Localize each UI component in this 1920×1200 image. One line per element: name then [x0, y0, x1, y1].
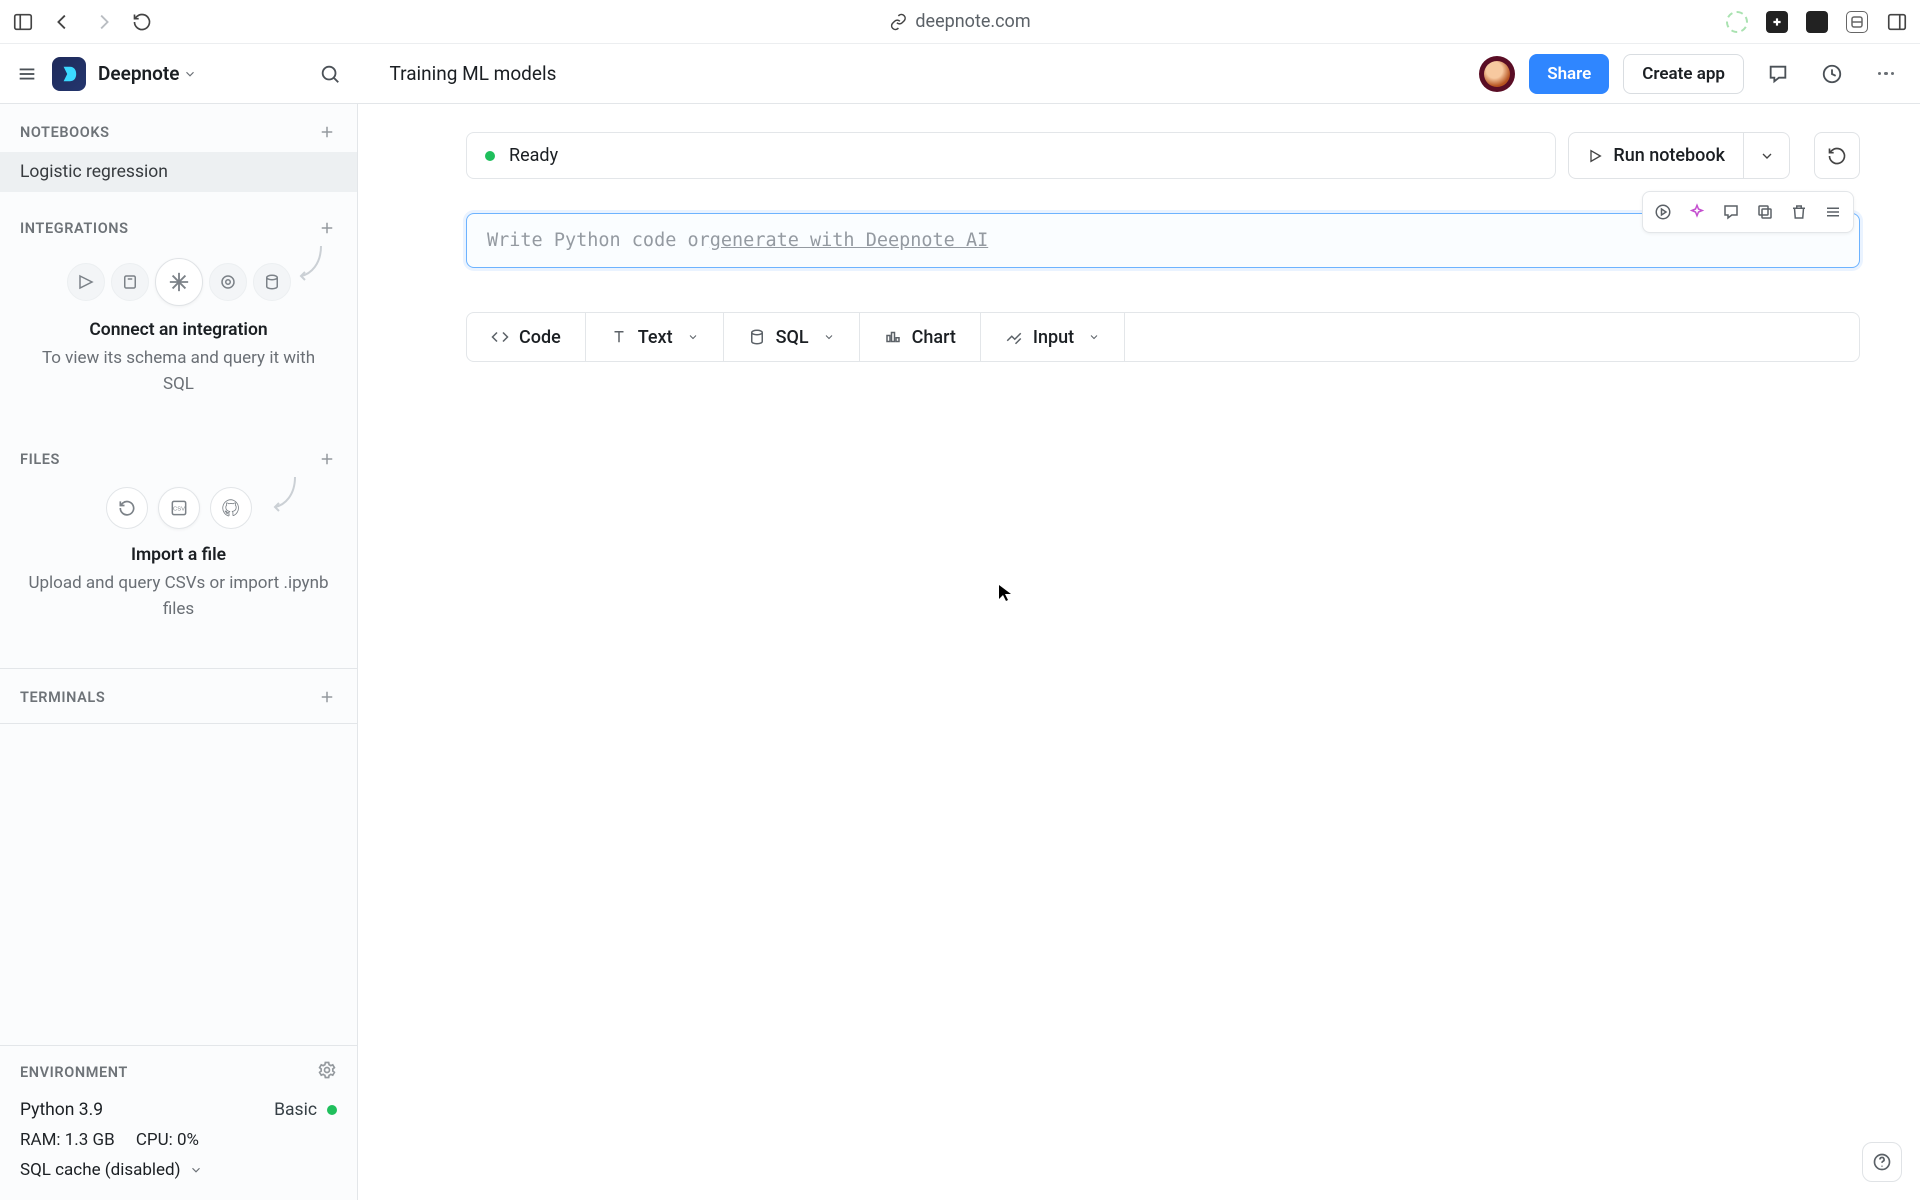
section-terminals-label: TERMINALS	[20, 689, 105, 706]
browser-chrome: deepnote.com	[0, 0, 1920, 44]
app-header: Deepnote Training ML models Share Create…	[0, 44, 1920, 104]
workspace-name: Deepnote	[98, 62, 179, 85]
add-terminal-button[interactable]	[317, 687, 337, 707]
link-icon	[889, 13, 907, 31]
cell-run-icon[interactable]	[1647, 196, 1679, 228]
cursor-icon	[998, 584, 1014, 600]
section-notebooks-label: NOTEBOOKS	[20, 124, 110, 141]
files-cta-subtitle: Upload and query CSVs or import .ipynb f…	[26, 571, 331, 622]
document-title[interactable]: Training ML models	[389, 62, 556, 85]
reload-icon[interactable]	[132, 12, 152, 32]
curved-arrow-icon	[271, 473, 299, 517]
integration-icons	[0, 248, 357, 310]
env-ram: RAM: 1.3 GB	[20, 1130, 115, 1150]
menu-toggle-icon[interactable]	[14, 61, 40, 87]
ext-icon-4[interactable]	[1846, 11, 1868, 33]
run-notebook-options[interactable]	[1744, 132, 1790, 179]
create-app-button[interactable]: Create app	[1623, 54, 1744, 94]
sidebar-toggle-icon[interactable]	[12, 11, 34, 33]
file-icons: CSV	[0, 479, 357, 535]
file-icon-github[interactable]	[210, 487, 252, 529]
svg-text:CSV: CSV	[173, 507, 185, 513]
add-sql-button[interactable]: SQL	[724, 313, 860, 361]
section-integrations-label: INTEGRATIONS	[20, 220, 129, 237]
integrations-cta-subtitle: To view its schema and query it with SQL	[26, 346, 331, 397]
avatar[interactable]	[1479, 56, 1515, 92]
nav-back-icon[interactable]	[52, 11, 74, 33]
restart-button[interactable]	[1814, 132, 1860, 179]
cell-delete-icon[interactable]	[1783, 196, 1815, 228]
curved-arrow-icon	[297, 242, 325, 286]
add-sql-label: SQL	[776, 327, 809, 348]
help-button[interactable]	[1862, 1142, 1902, 1182]
history-icon[interactable]	[1812, 54, 1852, 94]
share-button[interactable]: Share	[1529, 54, 1609, 94]
section-notebooks: NOTEBOOKS	[0, 104, 357, 152]
cell-comment-icon[interactable]	[1715, 196, 1747, 228]
more-icon[interactable]	[1866, 54, 1906, 94]
add-input-label: Input	[1033, 327, 1074, 348]
env-cpu: CPU: 0%	[136, 1130, 199, 1150]
section-environment-label: ENVIRONMENT	[20, 1064, 128, 1081]
sidebar: NOTEBOOKS Logistic regression INTEGRATIO…	[0, 104, 358, 1200]
cell-toolbar	[1642, 191, 1854, 233]
environment-settings-icon[interactable]	[317, 1060, 337, 1084]
ext-icon-3[interactable]	[1806, 11, 1828, 33]
deepnote-logo[interactable]	[52, 57, 86, 91]
section-terminals: TERMINALS	[0, 669, 357, 717]
cell-ai-link[interactable]: generate with Deepnote AI	[710, 230, 988, 251]
run-notebook-label: Run notebook	[1613, 145, 1725, 166]
browser-url[interactable]: deepnote.com	[915, 11, 1030, 32]
add-text-label: Text	[638, 327, 673, 348]
add-chart-label: Chart	[912, 327, 956, 348]
integration-icon[interactable]	[111, 263, 149, 301]
integration-icon[interactable]	[67, 263, 105, 301]
env-tier: Basic	[274, 1100, 317, 1120]
workspace-switcher[interactable]: Deepnote	[98, 62, 197, 85]
add-notebook-button[interactable]	[317, 122, 337, 142]
integration-icon[interactable]	[253, 263, 291, 301]
status-dot-icon	[485, 151, 495, 161]
file-icon-csv[interactable]: CSV	[158, 487, 200, 529]
add-chart-button[interactable]: Chart	[860, 313, 981, 361]
add-code-button[interactable]: Code	[467, 313, 586, 361]
cell-menu-icon[interactable]	[1817, 196, 1849, 228]
add-text-button[interactable]: Text	[586, 313, 724, 361]
environment-panel: ENVIRONMENT Python 3.9 Basic RAM: 1.3 GB…	[0, 1045, 357, 1200]
ext-icon-2[interactable]	[1766, 11, 1788, 33]
add-block-toolbar: Code Text SQL Chart Input	[466, 312, 1860, 362]
section-files-label: FILES	[20, 451, 60, 468]
add-file-button[interactable]	[317, 449, 337, 469]
notebook-canvas: Ready Run notebook	[358, 104, 1920, 1200]
env-sql-cache-label: SQL cache (disabled)	[20, 1160, 181, 1180]
add-input-button[interactable]: Input	[981, 313, 1125, 361]
add-integration-button[interactable]	[317, 218, 337, 238]
panel-right-icon[interactable]	[1886, 11, 1908, 33]
env-sql-cache[interactable]: SQL cache (disabled)	[20, 1154, 337, 1180]
run-notebook-button[interactable]: Run notebook	[1568, 132, 1744, 179]
status-dot-icon	[327, 1105, 337, 1115]
kernel-status-label: Ready	[509, 145, 558, 166]
files-cta-title: Import a file	[26, 545, 331, 565]
notebook-item[interactable]: Logistic regression	[0, 152, 357, 192]
env-python: Python 3.9	[20, 1100, 103, 1120]
nav-forward-icon	[92, 11, 114, 33]
kernel-status[interactable]: Ready	[466, 132, 1556, 179]
integrations-cta-title: Connect an integration	[26, 320, 331, 340]
section-files: FILES	[0, 431, 357, 479]
cell-placeholder-prefix: Write Python code or	[487, 230, 710, 251]
ext-icon-1[interactable]	[1726, 11, 1748, 33]
section-integrations: INTEGRATIONS	[0, 200, 357, 248]
cell-duplicate-icon[interactable]	[1749, 196, 1781, 228]
integration-icon[interactable]	[209, 263, 247, 301]
file-icon-refresh[interactable]	[106, 487, 148, 529]
comments-icon[interactable]	[1758, 54, 1798, 94]
integration-icon-snowflake[interactable]	[155, 258, 203, 306]
search-icon[interactable]	[319, 63, 341, 85]
add-code-label: Code	[519, 327, 561, 348]
cell-ai-icon[interactable]	[1681, 196, 1713, 228]
